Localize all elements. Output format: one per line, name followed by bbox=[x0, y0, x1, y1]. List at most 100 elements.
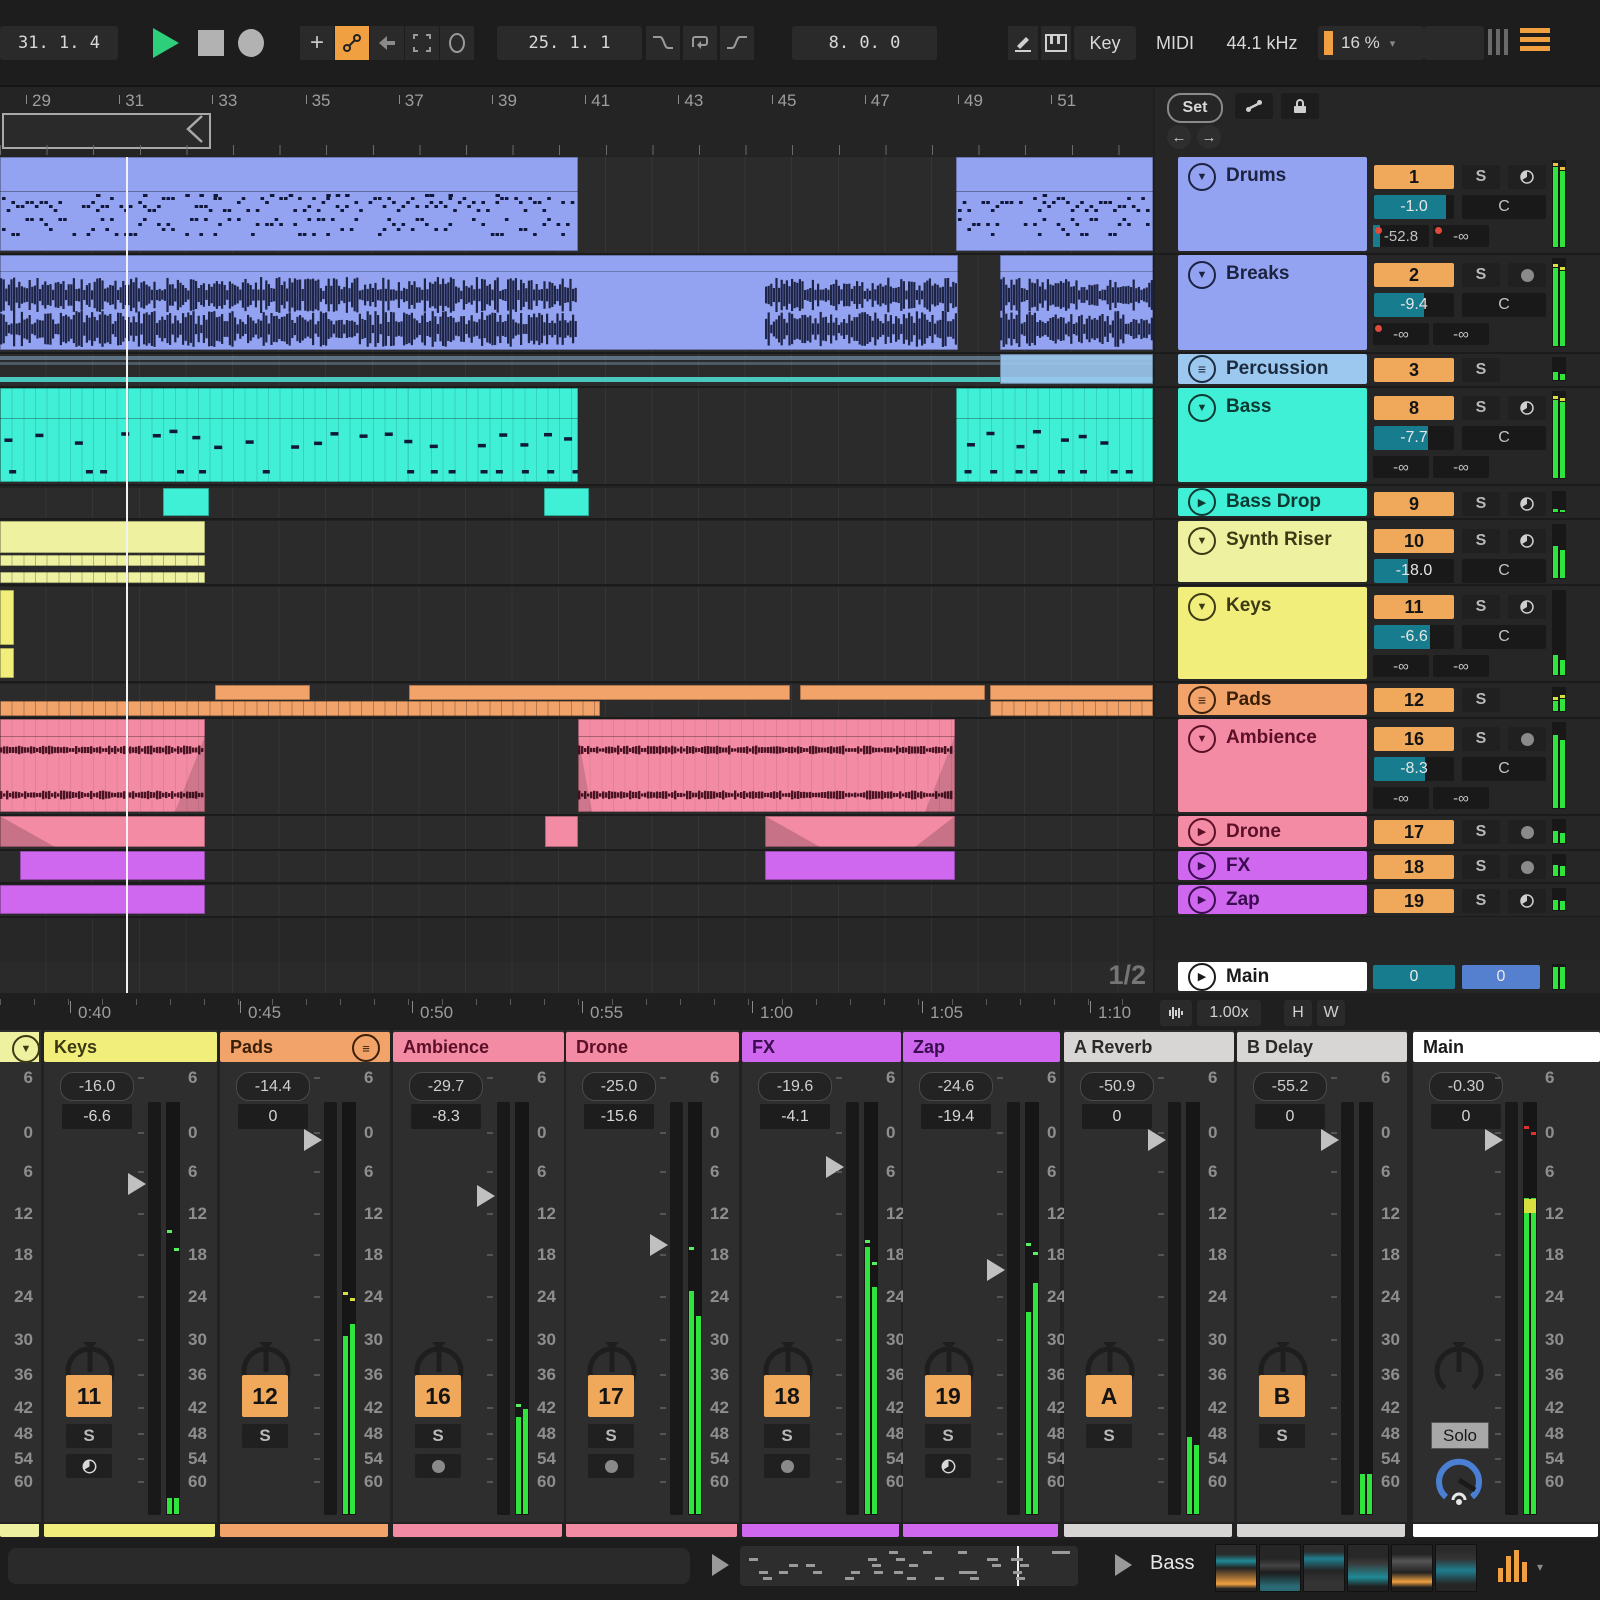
arrangement-area[interactable]: 1/2 bbox=[0, 155, 1153, 993]
cpu-meter[interactable]: 16 % ▾ bbox=[1318, 26, 1424, 60]
track-fold-icon[interactable]: ▼ bbox=[1188, 593, 1216, 621]
follow-button[interactable] bbox=[405, 26, 439, 60]
peak-level-display[interactable]: -0.30 bbox=[1429, 1072, 1503, 1101]
track-number-box[interactable]: 17 bbox=[1374, 820, 1454, 844]
channel-arm-button[interactable] bbox=[925, 1454, 971, 1478]
channel-header[interactable]: A Reverb bbox=[1064, 1032, 1234, 1062]
zoom-width-button[interactable]: W bbox=[1317, 1000, 1345, 1026]
track-number-box[interactable]: 12 bbox=[1374, 688, 1454, 712]
solo-button[interactable]: S bbox=[1462, 595, 1500, 619]
peak-level-display[interactable]: -19.6 bbox=[758, 1072, 832, 1101]
track-number-box[interactable]: 9 bbox=[1374, 492, 1454, 516]
solo-button[interactable]: S bbox=[1462, 820, 1500, 844]
track-lane-percussion[interactable] bbox=[0, 354, 1153, 386]
clip[interactable] bbox=[0, 816, 205, 847]
send-a-box[interactable]: -∞ bbox=[1373, 787, 1429, 809]
fader-value-display[interactable]: -6.6 bbox=[62, 1104, 132, 1129]
cue-volume-knob[interactable] bbox=[1433, 1454, 1485, 1506]
clip[interactable] bbox=[0, 555, 205, 566]
send-active-dot[interactable] bbox=[1375, 325, 1382, 332]
channel-solo-button[interactable]: S bbox=[588, 1424, 634, 1448]
track-fold-icon[interactable]: ▶ bbox=[1188, 886, 1216, 914]
send-active-dot[interactable] bbox=[1375, 227, 1382, 234]
fader-value-display[interactable]: -15.6 bbox=[584, 1104, 654, 1129]
menu-button[interactable] bbox=[1520, 28, 1550, 51]
solo-button[interactable]: S bbox=[1462, 165, 1500, 189]
set-button[interactable]: Set bbox=[1167, 93, 1223, 123]
track-header-breaks[interactable]: ▼Breaks bbox=[1178, 255, 1367, 350]
clip[interactable] bbox=[0, 157, 578, 251]
channel-number-box[interactable]: A bbox=[1086, 1375, 1132, 1417]
channel-header[interactable]: Drone bbox=[566, 1032, 739, 1062]
track-header-bass-drop[interactable]: ▶Bass Drop bbox=[1178, 488, 1367, 516]
volume-fader-track[interactable] bbox=[324, 1102, 337, 1515]
nav-forward-button[interactable]: → bbox=[1197, 125, 1221, 149]
track-header-pads[interactable]: ≡Pads bbox=[1178, 684, 1367, 715]
volume-fader-handle[interactable] bbox=[128, 1173, 146, 1195]
draw-mode-button[interactable] bbox=[1008, 26, 1038, 60]
group-icon[interactable]: ≡ bbox=[352, 1034, 380, 1062]
cpu-dropdown-arrow[interactable]: ▾ bbox=[1390, 37, 1396, 50]
fader-value-display[interactable]: 0 bbox=[238, 1104, 308, 1129]
clip[interactable] bbox=[800, 685, 985, 700]
device-play-button[interactable] bbox=[1115, 1554, 1132, 1576]
track-number-box[interactable]: 2 bbox=[1374, 263, 1454, 287]
arm-button[interactable] bbox=[1508, 855, 1546, 879]
fader-value-display[interactable]: 0 bbox=[1082, 1104, 1152, 1129]
volume-fader-track[interactable] bbox=[1168, 1102, 1181, 1515]
solo-button[interactable]: S bbox=[1462, 688, 1500, 712]
midi-indicator[interactable]: MIDI bbox=[1143, 26, 1207, 60]
clip-mini-preview[interactable] bbox=[740, 1546, 1078, 1586]
track-volume-box[interactable]: -18.0 bbox=[1374, 559, 1454, 583]
clip[interactable] bbox=[545, 816, 578, 847]
solo-button[interactable]: S bbox=[1462, 529, 1500, 553]
channel-solo-button[interactable]: S bbox=[764, 1424, 810, 1448]
volume-fader-track[interactable] bbox=[1505, 1102, 1518, 1515]
clip[interactable] bbox=[0, 572, 205, 583]
clip[interactable] bbox=[215, 685, 310, 700]
volume-fader-track[interactable] bbox=[1007, 1102, 1020, 1515]
track-number-box[interactable]: 16 bbox=[1374, 727, 1454, 751]
track-fold-icon[interactable]: ▼ bbox=[1188, 163, 1216, 191]
track-lane-fx[interactable] bbox=[0, 851, 1153, 882]
fader-value-display[interactable]: 0 bbox=[1255, 1104, 1325, 1129]
punch-out-button[interactable] bbox=[720, 26, 754, 60]
spectrum-icon[interactable] bbox=[1498, 1550, 1527, 1582]
track-header-bass[interactable]: ▼Bass bbox=[1178, 388, 1367, 482]
track-number-box[interactable]: 8 bbox=[1374, 396, 1454, 420]
track-pan-box[interactable]: C bbox=[1462, 426, 1546, 450]
optimize-view-button[interactable] bbox=[1160, 1000, 1192, 1026]
track-lane-bass[interactable] bbox=[0, 388, 1153, 484]
track-header-fx[interactable]: ▶FX bbox=[1178, 851, 1367, 880]
track-lane-breaks[interactable] bbox=[0, 255, 1153, 352]
channel-number-box[interactable]: 18 bbox=[764, 1375, 810, 1417]
channel-solo-button[interactable]: S bbox=[415, 1424, 461, 1448]
channel-number-box[interactable]: 12 bbox=[242, 1375, 288, 1417]
track-pan-box[interactable]: C bbox=[1462, 293, 1546, 317]
punch-in-button[interactable] bbox=[646, 26, 680, 60]
fader-value-display[interactable]: -4.1 bbox=[760, 1104, 830, 1129]
solo-button[interactable]: S bbox=[1462, 396, 1500, 420]
channel-solo-button[interactable]: S bbox=[66, 1424, 112, 1448]
track-volume-box[interactable]: -7.7 bbox=[1374, 426, 1454, 450]
clip[interactable] bbox=[765, 851, 955, 880]
key-map-mode-button[interactable]: Key bbox=[1074, 26, 1136, 60]
arm-button[interactable] bbox=[1508, 263, 1546, 287]
device-thumbnail[interactable] bbox=[1215, 1544, 1257, 1592]
track-number-box[interactable]: 10 bbox=[1374, 529, 1454, 553]
channel-header[interactable]: Ambience bbox=[393, 1032, 564, 1062]
channel-arm-button[interactable] bbox=[588, 1454, 634, 1478]
volume-fader-track[interactable] bbox=[846, 1102, 859, 1515]
clip[interactable] bbox=[0, 719, 205, 812]
arm-button[interactable] bbox=[1508, 529, 1546, 553]
track-fold-icon[interactable]: ▼ bbox=[1188, 725, 1216, 753]
track-header-ambience[interactable]: ▼Ambience bbox=[1178, 719, 1367, 812]
channel-solo-button[interactable]: S bbox=[242, 1424, 288, 1448]
channel-header[interactable]: ▼ bbox=[0, 1032, 39, 1062]
peak-level-display[interactable]: -29.7 bbox=[409, 1072, 483, 1101]
peak-level-display[interactable]: -16.0 bbox=[60, 1072, 134, 1101]
track-number-box[interactable]: 19 bbox=[1374, 889, 1454, 913]
device-thumbnail[interactable] bbox=[1303, 1544, 1345, 1592]
track-header-zap[interactable]: ▶Zap bbox=[1178, 885, 1367, 914]
track-volume-box[interactable]: -6.6 bbox=[1374, 625, 1454, 649]
